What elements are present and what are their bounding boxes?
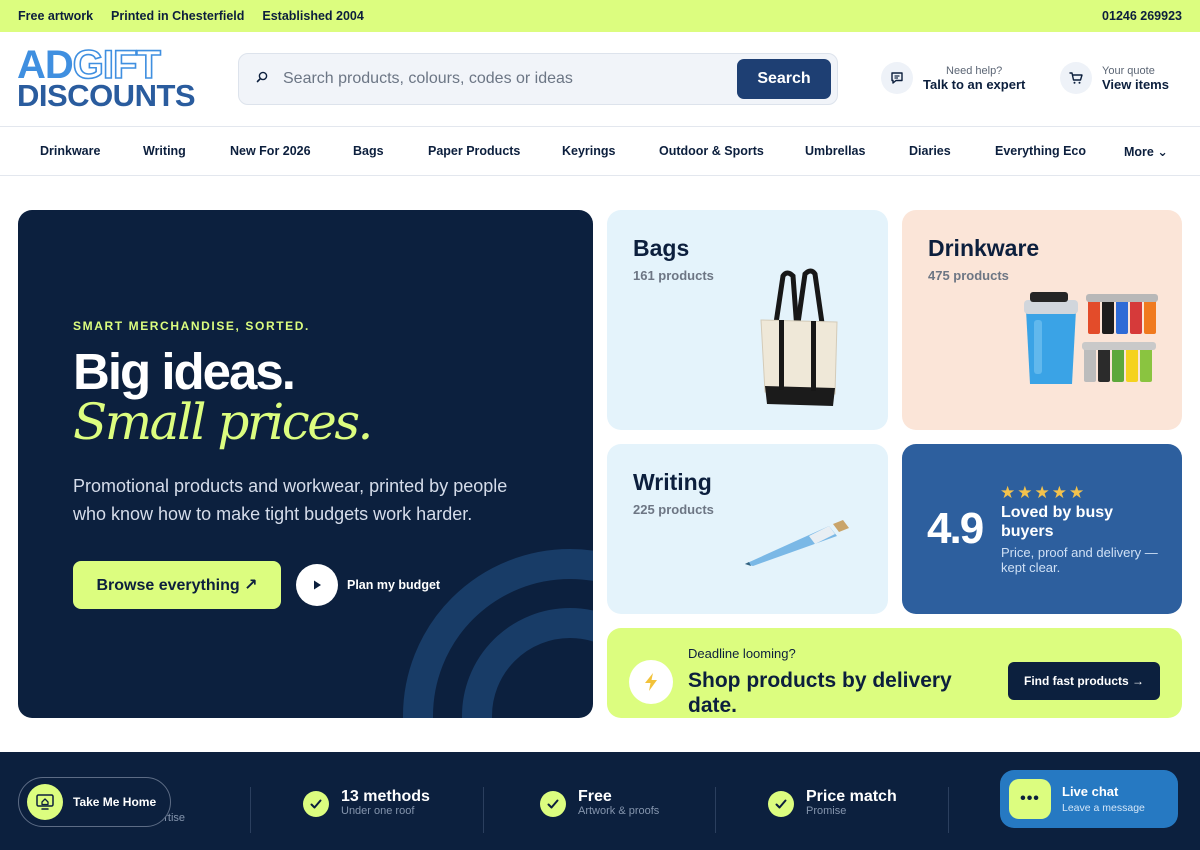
divider — [715, 787, 716, 833]
category-card-writing[interactable]: Writing 225 products — [607, 444, 888, 614]
search-icon — [255, 70, 271, 88]
deadline-banner: Deadline looming? Shop products by deliv… — [607, 628, 1182, 718]
rating-title: Loved by busy buyers — [1001, 504, 1114, 540]
divider — [948, 787, 949, 833]
benefit-item: Price match Promise — [768, 789, 897, 819]
category-count: 225 products — [633, 502, 714, 517]
plan-my-budget-link[interactable]: Plan my budget — [347, 578, 440, 592]
nav-item-writing[interactable]: Writing — [143, 144, 186, 158]
site-header: ADGIFT DISCOUNTS Search Need help? Talk … — [0, 32, 1200, 127]
top-bar-item-established: Established 2004 — [262, 9, 364, 23]
benefit-subtitle: Artwork & proofs — [578, 805, 660, 817]
hero-eyebrow: SMART MERCHANDISE, SORTED. — [73, 319, 310, 333]
check-icon — [768, 791, 794, 817]
nav-item-outdoor-sports[interactable]: Outdoor & Sports — [659, 144, 764, 158]
talk-to-expert-link[interactable]: Need help? Talk to an expert — [881, 62, 1025, 94]
nav-item-more[interactable]: More ⌄ — [1124, 144, 1168, 159]
benefit-title: Free — [578, 788, 612, 805]
live-chat-title: Live chat — [1062, 784, 1119, 799]
chat-bubble-icon: ••• — [1009, 779, 1051, 819]
category-title: Writing — [633, 469, 712, 495]
cart-icon — [1060, 62, 1092, 94]
view-quote-link[interactable]: Your quote View items — [1060, 62, 1169, 94]
nav-item-new-for-2026[interactable]: New For 2026 — [230, 144, 311, 158]
logo-discounts-text: DISCOUNTS — [17, 78, 196, 113]
benefit-subtitle: Under one roof — [341, 805, 415, 817]
rating-subtitle: Price, proof and delivery —kept clear. — [1001, 545, 1158, 575]
search-bar: Search — [238, 53, 838, 105]
nav-item-diaries[interactable]: Diaries — [909, 144, 951, 158]
find-fast-products-button[interactable]: Find fast products → — [1008, 662, 1160, 700]
phone-number-link[interactable]: 01246 269923 — [1102, 9, 1182, 23]
play-icon[interactable] — [296, 564, 338, 606]
tote-bag-image — [760, 268, 838, 406]
category-count: 161 products — [633, 268, 714, 283]
home-icon — [27, 784, 63, 820]
travel-mugs-image — [1024, 292, 1158, 384]
check-icon — [540, 791, 566, 817]
search-input[interactable] — [283, 66, 723, 92]
category-nav: Drinkware Writing New For 2026 Bags Pape… — [0, 127, 1200, 176]
lightning-icon — [629, 660, 673, 704]
category-title: Drinkware — [928, 235, 1040, 261]
take-me-home-label: Take Me Home — [73, 795, 157, 809]
site-logo[interactable]: ADGIFT DISCOUNTS — [17, 44, 196, 114]
take-me-home-button[interactable]: Take Me Home — [18, 777, 171, 827]
nav-item-paper-products[interactable]: Paper Products — [428, 144, 520, 158]
star-rating-icon: ★★★★★ — [1000, 483, 1087, 502]
hero-description: Promotional products and workwear, print… — [73, 476, 508, 524]
category-card-bags[interactable]: Bags 161 products — [607, 210, 888, 430]
talk-to-expert-label: Talk to an expert — [923, 77, 1026, 92]
benefit-item: 13 methods Under one roof — [303, 789, 430, 819]
nav-item-umbrellas[interactable]: Umbrellas — [805, 144, 865, 158]
rating-score: 4.9 — [927, 504, 984, 553]
live-chat-widget[interactable]: ••• Live chat Leave a message — [1000, 770, 1178, 828]
check-icon — [303, 791, 329, 817]
your-quote-label: Your quote — [1102, 65, 1155, 77]
deadline-title: Shop products by delivery date. — [688, 669, 952, 717]
nav-item-everything-eco[interactable]: Everything Eco — [995, 144, 1086, 158]
benefit-subtitle: Promise — [806, 805, 847, 817]
top-bar-item-artwork: Free artwork — [18, 9, 94, 23]
top-bar-benefits: Free artwork Printed in Chesterfield Est… — [18, 9, 364, 23]
hero-banner: SMART MERCHANDISE, SORTED. Big ideas. Sm… — [18, 210, 593, 718]
browse-everything-button[interactable]: Browse everything ↗ — [73, 561, 281, 609]
hero-subheading: Small prices. — [73, 393, 373, 451]
top-bar-item-printed: Printed in Chesterfield — [111, 9, 245, 23]
rating-card: 4.9 ★★★★★ Loved by busy buyers Price, pr… — [902, 444, 1182, 614]
top-bar: Free artwork Printed in Chesterfield Est… — [0, 0, 1200, 32]
search-button[interactable]: Search — [737, 59, 831, 99]
benefit-title: Price match — [806, 788, 897, 805]
category-card-drinkware[interactable]: Drinkware 475 products — [902, 210, 1182, 430]
benefit-title: 13 methods — [341, 788, 430, 805]
need-help-label: Need help? — [946, 65, 1003, 77]
benefit-item: Free Artwork & proofs — [540, 789, 659, 819]
live-chat-subtitle: Leave a message — [1062, 802, 1145, 814]
decorative-rings — [403, 549, 593, 718]
category-count: 475 products — [928, 268, 1009, 283]
view-items-label: View items — [1102, 77, 1169, 92]
deadline-eyebrow: Deadline looming? — [688, 646, 796, 661]
pen-image — [745, 520, 849, 566]
nav-item-bags[interactable]: Bags — [353, 144, 384, 158]
chat-icon — [881, 62, 913, 94]
divider — [483, 787, 484, 833]
nav-item-drinkware[interactable]: Drinkware — [40, 144, 100, 158]
divider — [250, 787, 251, 833]
category-title: Bags — [633, 235, 690, 261]
nav-item-keyrings[interactable]: Keyrings — [562, 144, 616, 158]
